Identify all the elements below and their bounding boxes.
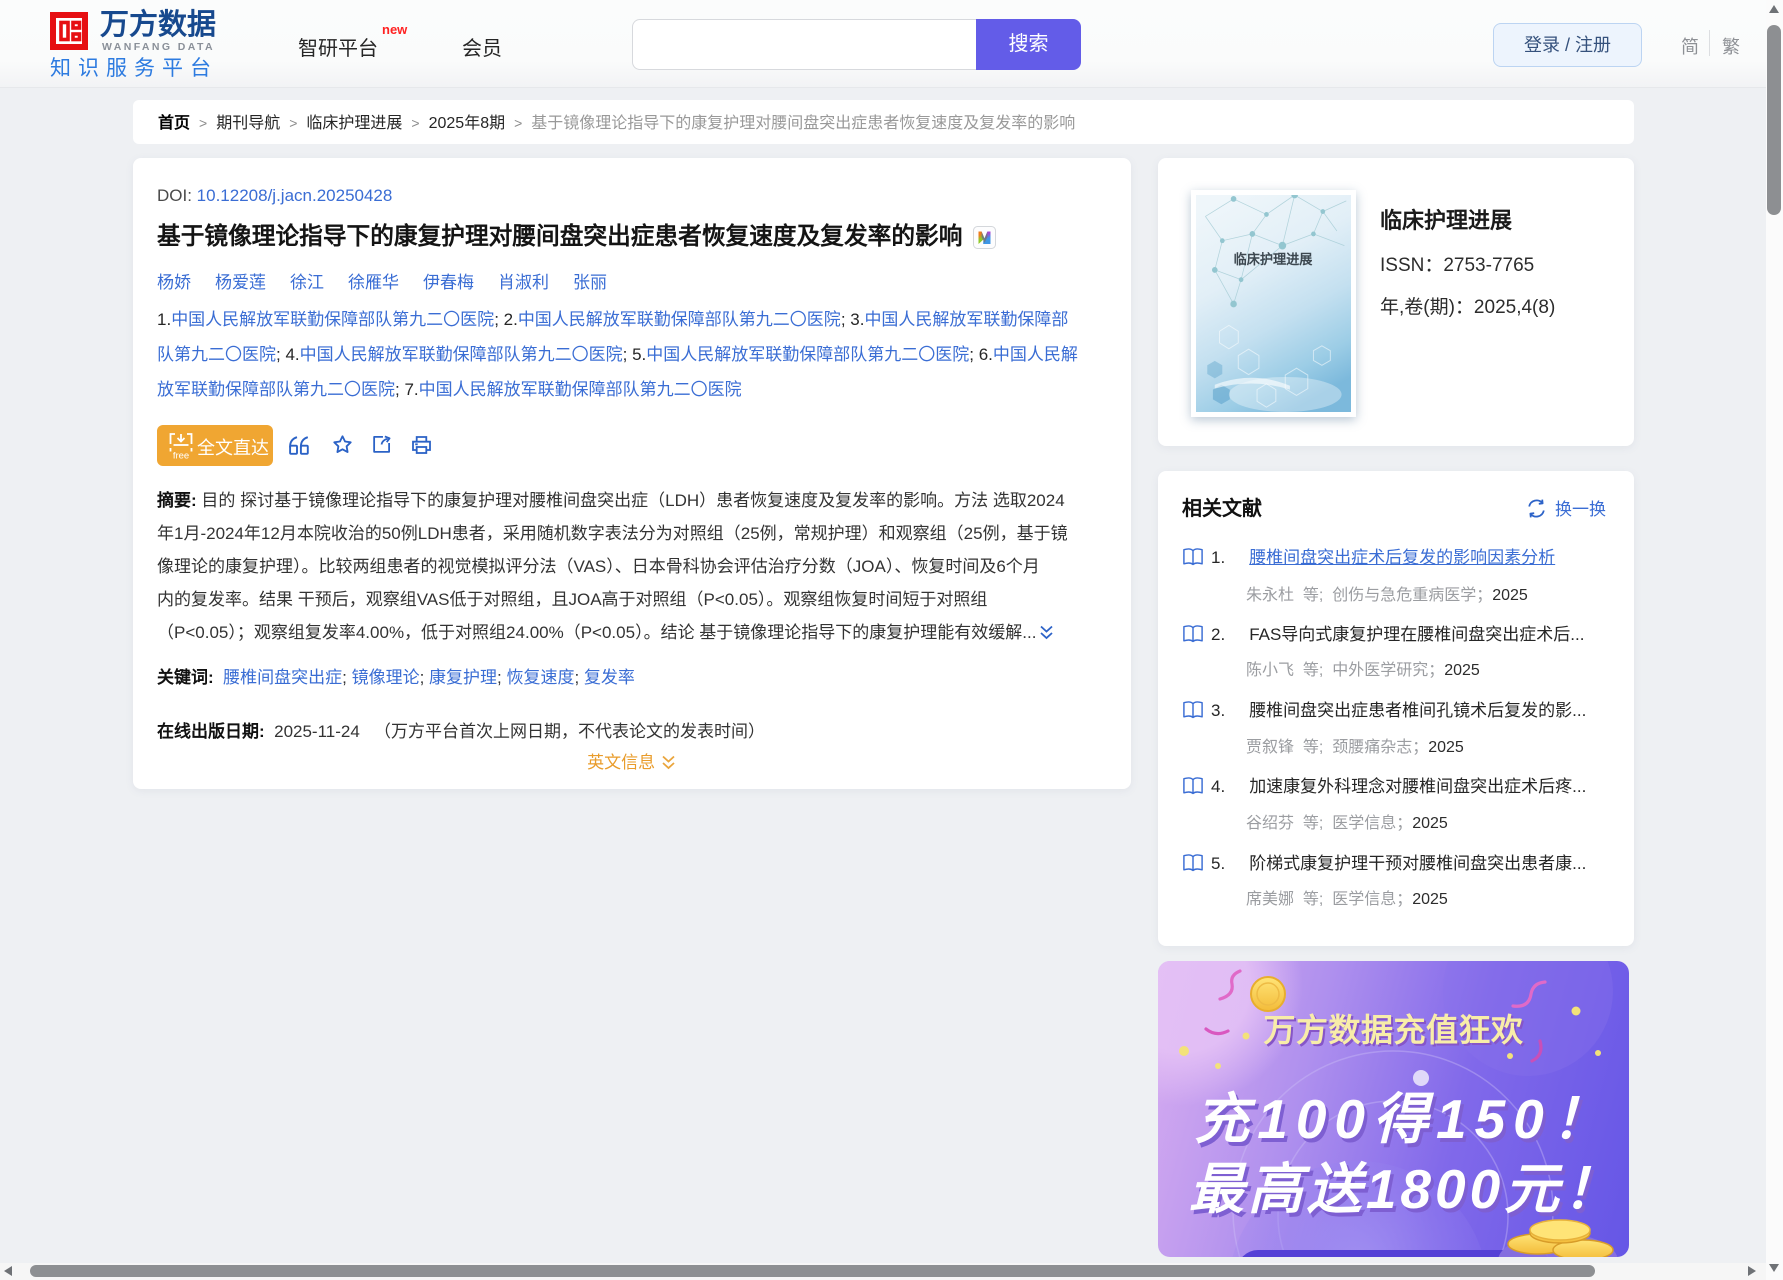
svg-text:free: free [173, 451, 189, 461]
svg-text:临床护理进展: 临床护理进展 [1234, 251, 1313, 267]
